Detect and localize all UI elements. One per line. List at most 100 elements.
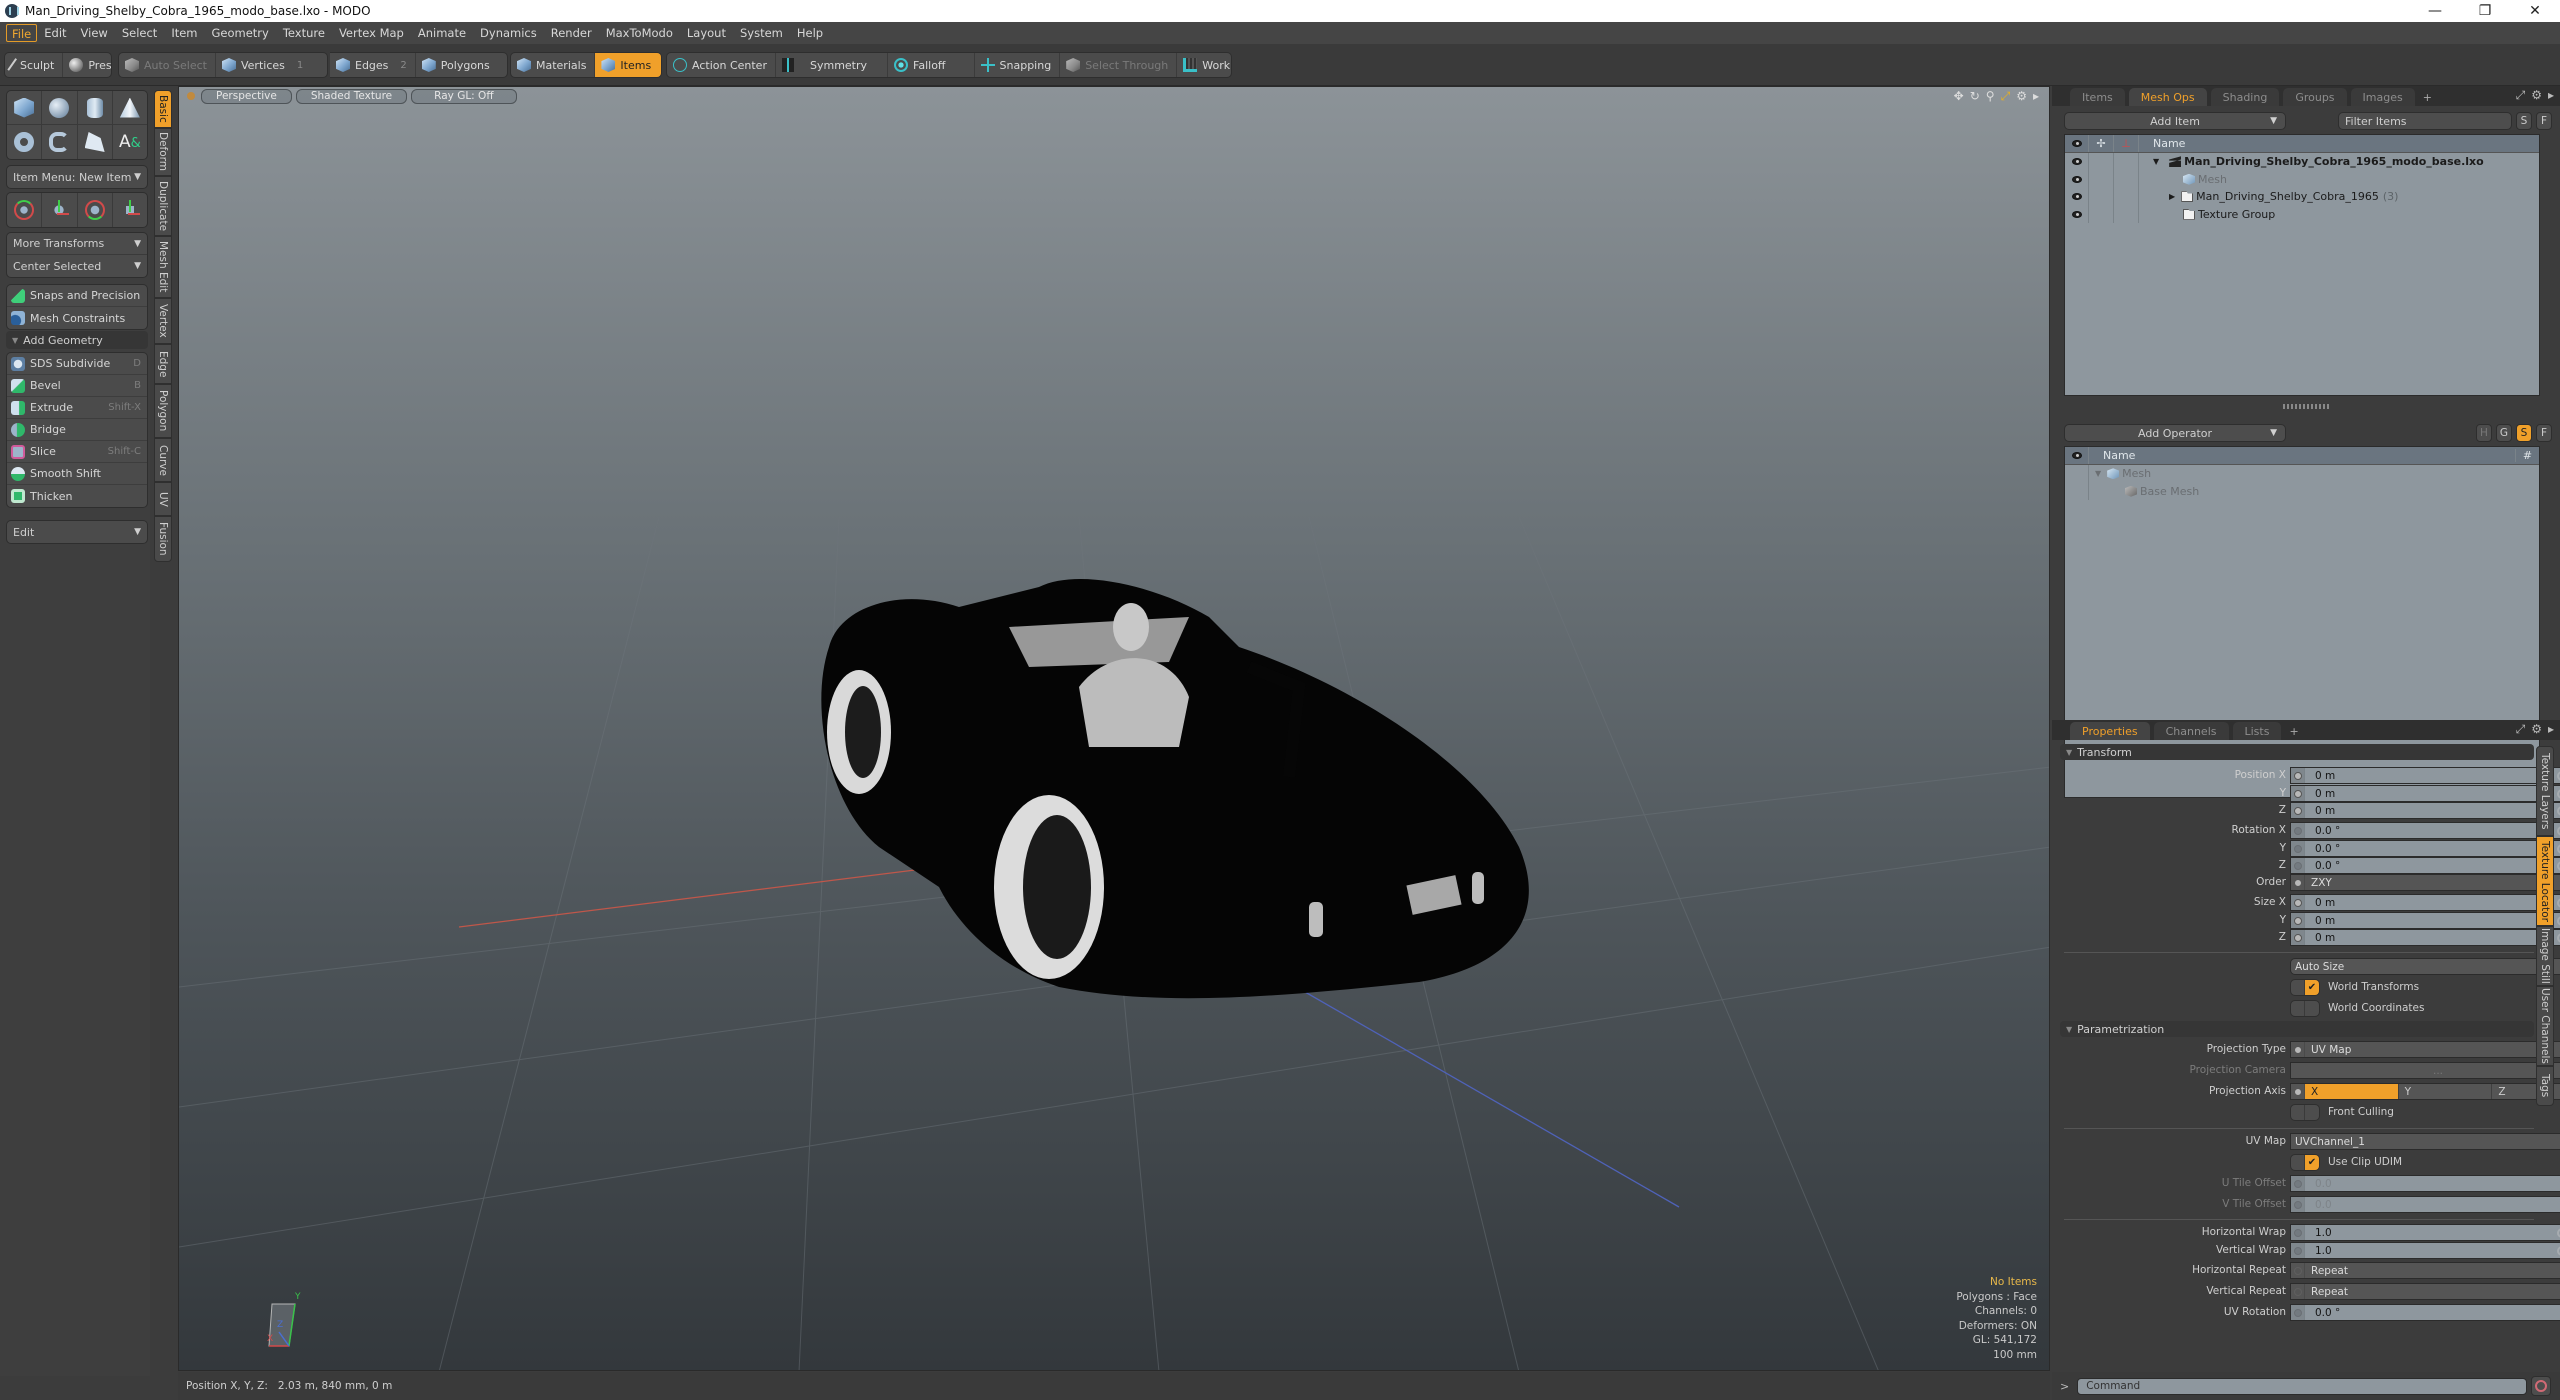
item-row[interactable]: ▶ Man_Driving_Shelby_Cobra_1965 (3)	[2065, 188, 2539, 206]
s-filter-button[interactable]: S	[2516, 112, 2532, 130]
tab-mesh-edit[interactable]: Mesh Edit	[154, 236, 172, 298]
tab-tags[interactable]: Tags	[2536, 1066, 2554, 1106]
command-input[interactable]: Command	[2077, 1377, 2528, 1395]
falloff-button[interactable]: Falloff	[888, 53, 975, 77]
sculpt-button[interactable]: Sculpt	[5, 53, 64, 77]
f-filter-button[interactable]: F	[2536, 112, 2552, 130]
vertical-wrap-field[interactable]: 1.0◀▶	[2290, 1242, 2560, 1259]
position-y-field[interactable]: 0 m◀▶	[2290, 785, 2560, 802]
f-button[interactable]: F	[2536, 424, 2552, 442]
add-geometry-header[interactable]: ▼ Add Geometry	[6, 331, 148, 349]
order-dropdown[interactable]: ZXY▼	[2290, 874, 2560, 891]
workplane-button[interactable]: WorkPlane	[1177, 53, 1231, 77]
move-tool-button[interactable]	[42, 193, 78, 227]
item-row[interactable]: Mesh	[2065, 170, 2539, 188]
v-tile-offset-field[interactable]: 0.0◀▶	[2290, 1196, 2560, 1213]
select-through-button[interactable]: Select Through	[1060, 53, 1178, 77]
menu-select[interactable]: Select	[115, 24, 164, 42]
tab-basic[interactable]: Basic	[154, 90, 172, 128]
horizontal-wrap-field[interactable]: 1.0◀▶	[2290, 1224, 2560, 1241]
visibility-eye-icon[interactable]	[2071, 158, 2082, 166]
add-tab-button[interactable]: +	[2285, 722, 2302, 740]
projection-type-dropdown[interactable]: UV Map▼	[2290, 1041, 2560, 1058]
world-coordinates-checkbox[interactable]	[2290, 1000, 2320, 1017]
materials-button[interactable]: Materials	[511, 53, 596, 77]
mesh-constraints-button[interactable]: Mesh Constraints	[7, 307, 147, 329]
auto-select-button[interactable]: Auto Select	[119, 53, 216, 77]
slice-button[interactable]: Slice Shift-C	[7, 441, 147, 463]
pen-tool-button[interactable]	[78, 125, 113, 159]
tab-texture-layers[interactable]: Texture Layers	[2536, 746, 2554, 836]
axis-y-option[interactable]: Y	[2399, 1084, 2493, 1099]
expand-arrow-icon[interactable]: ▸	[2548, 722, 2554, 737]
tab-channels[interactable]: Channels	[2153, 722, 2229, 740]
menu-layout[interactable]: Layout	[680, 24, 733, 42]
tab-uv[interactable]: UV	[154, 482, 172, 516]
more-transforms-dropdown[interactable]: More Transforms ▼	[7, 233, 147, 255]
operator-row[interactable]: Base Mesh	[2065, 482, 2539, 500]
maximize-panel-icon[interactable]: ⤢	[2516, 722, 2526, 737]
uv-rotation-field[interactable]: 0.0 °◀▶	[2290, 1304, 2560, 1321]
tab-edge[interactable]: Edge	[154, 344, 172, 384]
maximize-panel-icon[interactable]: ⤢	[2516, 88, 2526, 103]
expand-triangle-icon[interactable]: ▶	[2169, 192, 2175, 201]
text-tool-button[interactable]: A&	[113, 125, 147, 159]
action-center-button[interactable]: Action Center	[667, 53, 776, 77]
menu-dynamics[interactable]: Dynamics	[473, 24, 544, 42]
projection-camera-dropdown[interactable]: ...▼	[2290, 1062, 2560, 1079]
tab-image-still[interactable]: Image Still	[2536, 926, 2554, 986]
restore-button[interactable]: ❐	[2460, 0, 2510, 22]
items-button[interactable]: Items 5	[595, 53, 661, 77]
cube-primitive-button[interactable]	[7, 91, 43, 124]
auto-size-button[interactable]: Auto Size	[2290, 958, 2560, 975]
spiral-primitive-button[interactable]	[42, 125, 78, 159]
sphere-primitive-button[interactable]	[42, 91, 78, 124]
tab-lists[interactable]: Lists	[2232, 722, 2282, 740]
vertical-repeat-dropdown[interactable]: Repeat▼	[2290, 1283, 2560, 1300]
rotation-z-field[interactable]: 0.0 °◀▶	[2290, 857, 2560, 874]
edges-button[interactable]: Edges 2	[330, 53, 416, 77]
size-z-field[interactable]: 0 m◀▶	[2290, 929, 2560, 946]
position-z-field[interactable]: 0 m◀▶	[2290, 802, 2560, 819]
menu-maxtomodo[interactable]: MaxToModo	[599, 24, 680, 42]
thicken-button[interactable]: Thicken	[7, 485, 147, 507]
torus-primitive-button[interactable]	[7, 125, 43, 159]
extrude-button[interactable]: Extrude Shift-X	[7, 397, 147, 419]
snapping-button[interactable]: Snapping	[975, 53, 1061, 77]
cone-primitive-button[interactable]	[113, 91, 147, 124]
scale-tool-button[interactable]	[113, 193, 147, 227]
visibility-eye-icon[interactable]	[2071, 175, 2082, 183]
snaps-precision-button[interactable]: Snaps and Precision	[7, 285, 147, 307]
menu-help[interactable]: Help	[790, 24, 830, 42]
position-x-field[interactable]: 0 m◀▶	[2290, 767, 2560, 784]
use-clip-udim-checkbox[interactable]: ✔	[2290, 1154, 2320, 1171]
transform-section-header[interactable]: ▼ Transform	[2060, 744, 2534, 760]
filter-items-input[interactable]: Filter Items	[2338, 112, 2512, 130]
tab-user-channels[interactable]: User Channels	[2536, 986, 2554, 1066]
item-row[interactable]: ▼ Man_Driving_Shelby_Cobra_1965_modo_bas…	[2065, 153, 2539, 171]
panel-splitter[interactable]	[2054, 404, 2558, 410]
menu-geometry[interactable]: Geometry	[205, 24, 276, 42]
menu-vertex-map[interactable]: Vertex Map	[332, 24, 411, 42]
front-culling-checkbox[interactable]	[2290, 1104, 2320, 1121]
s-button[interactable]: S	[2516, 424, 2532, 442]
parametrization-section-header[interactable]: ▼ Parametrization	[2060, 1021, 2534, 1037]
cylinder-primitive-button[interactable]	[78, 91, 113, 124]
item-menu-dropdown[interactable]: Item Menu: New Item ▼	[7, 166, 147, 188]
menu-item[interactable]: Item	[164, 24, 204, 42]
bridge-button[interactable]: Bridge	[7, 419, 147, 441]
add-item-button[interactable]: Add Item ▼	[2064, 112, 2286, 130]
size-x-field[interactable]: 0 m◀▶	[2290, 894, 2560, 911]
rotation-x-field[interactable]: 0.0 °◀▶	[2290, 822, 2560, 839]
item-row[interactable]: Texture Group	[2065, 205, 2539, 223]
menu-view[interactable]: View	[74, 24, 115, 42]
tab-vertex[interactable]: Vertex	[154, 298, 172, 344]
visibility-eye-icon[interactable]	[2071, 193, 2082, 201]
3d-viewport[interactable]: Perspective Shaded Texture Ray GL: Off ✥…	[178, 86, 2050, 1371]
smooth-shift-button[interactable]: Smooth Shift	[7, 463, 147, 485]
menu-edit[interactable]: Edit	[37, 24, 73, 42]
expand-arrow-icon[interactable]: ▸	[2548, 88, 2554, 103]
add-tab-button[interactable]: +	[2419, 88, 2436, 106]
minimize-button[interactable]: —	[2410, 0, 2460, 22]
tab-duplicate[interactable]: Duplicate	[154, 176, 172, 236]
